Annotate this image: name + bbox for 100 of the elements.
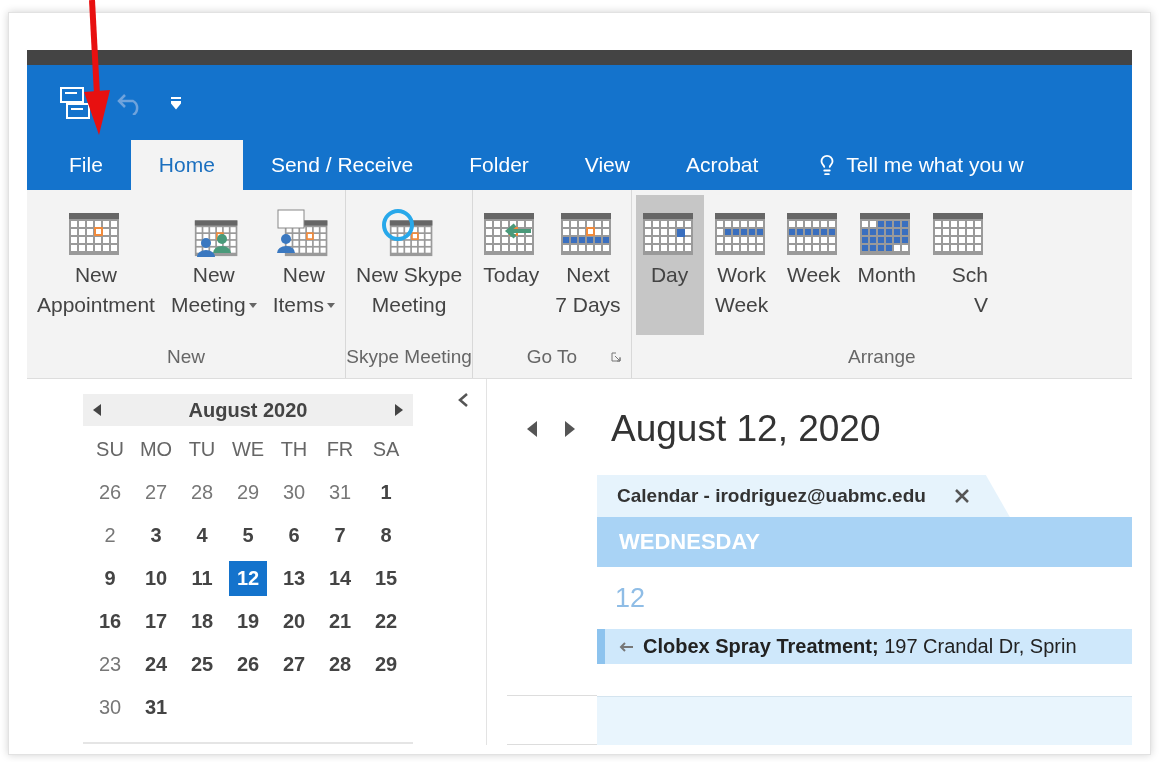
button-label: New [74,262,117,288]
weekday-label: WEDNESDAY [619,529,760,555]
button-label: Appointment [37,292,155,318]
calendar-day[interactable]: 27 [275,647,313,682]
calendar-day[interactable]: 2 [91,518,129,553]
calendar-day[interactable]: 28 [183,475,221,510]
calendar-day[interactable]: 29 [367,647,405,682]
next-month-icon[interactable] [395,404,403,416]
group-label: Skype Meeting [346,345,472,368]
button-label: 7 Days [555,292,621,318]
ribbon-button[interactable]: New Appointment [31,195,161,335]
button-label: Work [717,262,766,288]
calendar-day[interactable]: 30 [91,690,129,725]
calendar-day[interactable]: 6 [275,518,313,553]
calendar-day[interactable]: 31 [321,475,359,510]
weekday-label: SA [371,437,401,462]
day-number: 12 [615,582,646,614]
button-label: V [973,292,988,318]
calendar-day[interactable]: 7 [321,518,359,553]
calendar-day[interactable]: 19 [229,604,267,639]
button-label: Week [786,262,841,288]
button-label: New Skype [356,262,463,288]
date-heading: August 12, 2020 [611,408,881,450]
weekday-label: WE [230,437,266,462]
ribbon-tab[interactable]: Home [130,140,243,190]
collapse-icon[interactable] [458,393,468,407]
button-label: Next [566,262,610,288]
ribbon-button[interactable]: Work Week [707,195,776,335]
calendar-tab-label: Calendar - irodriguez@uabmc.edu [617,485,926,507]
ribbon-tab[interactable]: Send / Receive [242,140,442,190]
ribbon-button[interactable]: Next 7 Days [549,195,627,335]
calendar-day[interactable]: 26 [91,475,129,510]
calendar-day[interactable]: 3 [137,518,175,553]
calendar-day[interactable]: 29 [229,475,267,510]
ribbon-button[interactable]: New Items [266,195,341,335]
ribbon-button[interactable]: Week [779,195,848,335]
button-label: Today [483,262,540,288]
previous-month-icon[interactable] [93,404,101,416]
folders-icon[interactable] [59,85,91,120]
close-icon[interactable] [953,488,970,504]
calendar-day[interactable]: 18 [183,604,221,639]
button-label: Items [272,289,335,321]
ribbon-button[interactable]: Sch V [926,195,988,335]
calendar-day[interactable]: 25 [183,647,221,682]
calendar-day[interactable]: 14 [321,561,359,596]
ribbon-tab[interactable]: View [556,140,658,190]
calendar-day[interactable]: 23 [91,647,129,682]
ribbon-button[interactable]: Day [635,195,704,335]
button-label: Week [714,292,769,318]
calendar-day[interactable]: 30 [275,475,313,510]
button-label: Sch [951,262,988,288]
ribbon-button[interactable]: New Meeting [164,195,263,335]
ribbon-tab[interactable]: Folder [441,140,557,190]
calendar-day[interactable]: 10 [137,561,175,596]
weekday-label: MO [138,437,174,462]
button-label: Month [857,262,916,288]
calendar-tab[interactable]: Calendar - irodriguez@uabmc.edu [597,475,1010,517]
ribbon-tab[interactable]: File [41,140,131,190]
ribbon-tab[interactable]: Acrobat [657,140,787,190]
group-label: New [167,345,205,368]
calendar-day[interactable]: 16 [91,604,129,639]
calendar-day[interactable]: 4 [183,518,221,553]
calendar-day[interactable]: 11 [183,561,221,596]
calendar-day[interactable]: 5 [229,518,267,553]
calendar-day[interactable]: 20 [275,604,313,639]
weekday-label: SU [95,437,125,462]
calendar-day[interactable]: 9 [91,561,129,596]
ribbon-button[interactable]: Month [851,195,922,335]
calendar-day[interactable]: 13 [275,561,313,596]
calendar-day[interactable]: 15 [367,561,405,596]
calendar-day[interactable]: 28 [321,647,359,682]
ribbon-button[interactable]: New Skype Meeting [350,195,469,335]
weekday-label: TH [279,437,309,462]
launcher-icon[interactable] [610,352,621,362]
calendar-day[interactable]: 26 [229,647,267,682]
all-day-event[interactable]: Clobex Spray Treatment; 197 Crandal Dr, Sprin [597,629,1132,664]
tell-me-field[interactable]: Tell me what you w [838,140,1024,190]
calendar-day[interactable]: 24 [137,647,175,682]
calendar-day[interactable]: 31 [137,690,175,725]
caret-icon [248,302,257,308]
calendar-day[interactable]: 22 [367,604,405,639]
next-day-icon[interactable] [565,421,575,437]
previous-day-icon[interactable] [527,421,537,437]
calendar-day[interactable]: 21 [321,604,359,639]
calendar-day[interactable]: 8 [367,518,405,553]
calendar-day[interactable]: 1 [367,475,405,510]
caret-icon [327,302,335,308]
button-label: Meeting [371,292,447,318]
button-label: Day [650,262,689,288]
calendar-day[interactable]: 27 [137,475,175,510]
button-label: New [282,262,325,288]
calendar-day[interactable]: 17 [137,604,175,639]
weekday-label: TU [187,437,217,462]
calendar-day[interactable]: 12 [229,561,267,596]
button-label: New [192,262,235,288]
group-label: Go To [526,345,578,368]
customize-icon[interactable] [171,95,181,110]
ribbon-button[interactable]: Today [477,195,546,335]
event-text: Clobex Spray Treatment; 197 Crandal Dr, Sprin [643,635,1077,658]
month-title: August 2020 [188,398,308,422]
